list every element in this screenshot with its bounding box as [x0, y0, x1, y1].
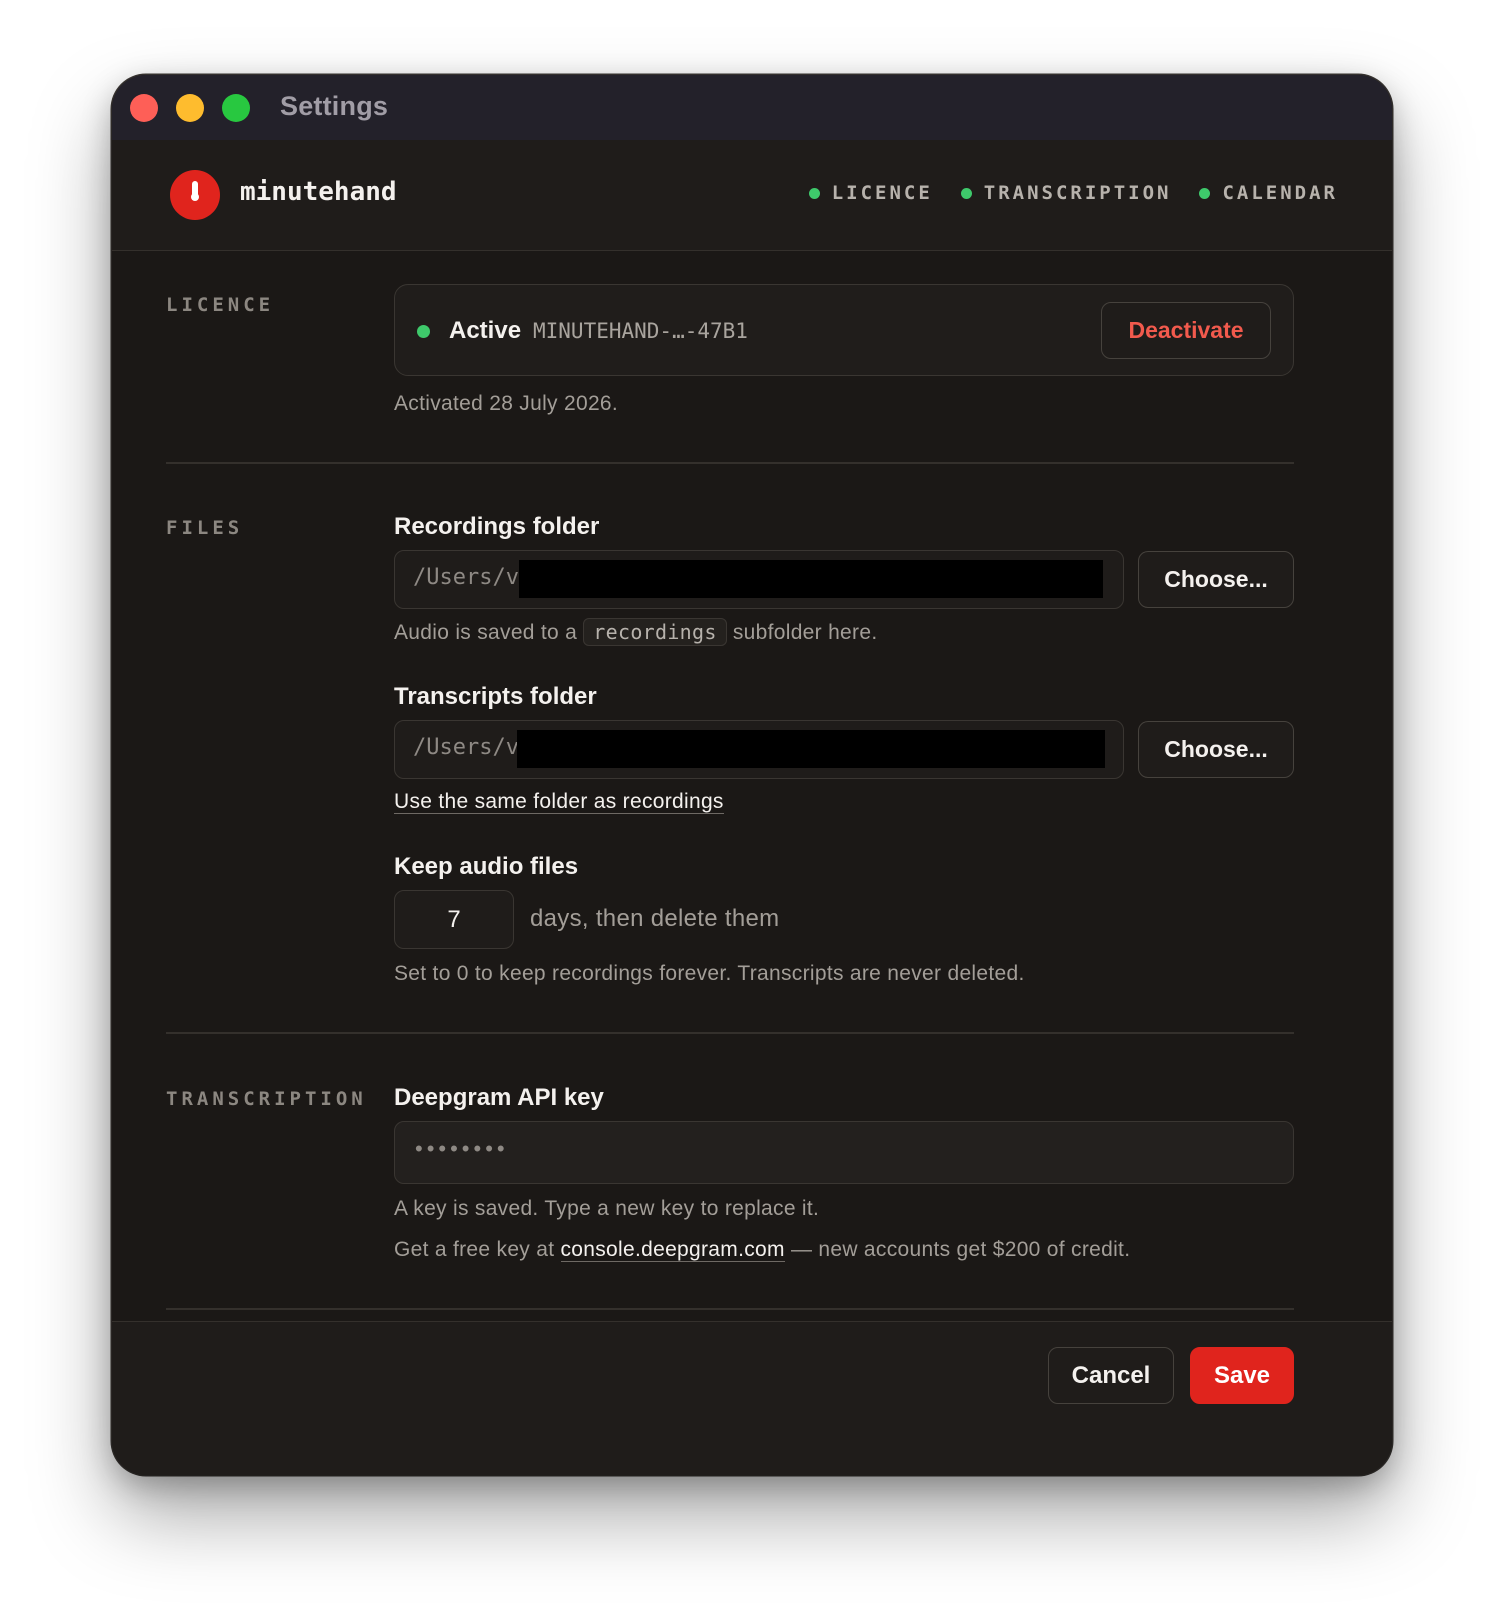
- status-label: CALENDAR: [1222, 182, 1338, 204]
- save-button[interactable]: Save: [1190, 1347, 1294, 1404]
- licence-card: Active MINUTEHAND-…-47B1 Deactivate: [394, 284, 1294, 376]
- title-bar: Settings: [112, 75, 1392, 140]
- api-key-title: Deepgram API key: [394, 1084, 604, 1111]
- deactivate-button[interactable]: Deactivate: [1101, 302, 1271, 359]
- section-divider: [166, 1032, 1294, 1034]
- recordings-subfolder-code: recordings: [583, 618, 727, 646]
- choose-transcripts-folder-button[interactable]: Choose...: [1138, 721, 1294, 778]
- stopwatch-icon: [170, 170, 220, 220]
- choose-recordings-folder-button[interactable]: Choose...: [1138, 551, 1294, 608]
- keep-audio-help: Set to 0 to keep recordings forever. Tra…: [394, 962, 1025, 985]
- settings-content: LICENCE Active MINUTEHAND-…-47B1 Deactiv…: [112, 251, 1392, 1331]
- keep-days-input[interactable]: 7: [394, 890, 514, 949]
- free-key-prefix: Get a free key at: [394, 1238, 555, 1261]
- status-dot-icon: [960, 187, 972, 199]
- use-same-folder-link[interactable]: Use the same folder as recordings: [394, 790, 724, 814]
- redacted-path: [519, 560, 1103, 598]
- recordings-help-suffix: subfolder here.: [732, 621, 878, 644]
- recordings-folder-input[interactable]: /Users/v: [394, 550, 1124, 609]
- status-label: LICENCE: [831, 182, 933, 204]
- licence-status-dot-icon: [417, 325, 430, 338]
- free-key-suffix: — new accounts get $200 of credit.: [790, 1238, 1131, 1261]
- footer-bar: Cancel Save: [112, 1321, 1392, 1475]
- status-calendar[interactable]: CALENDAR: [1199, 182, 1338, 204]
- licence-activated-text: Activated 28 July 2026.: [394, 392, 619, 415]
- section-divider: [166, 462, 1294, 464]
- maximize-window-button[interactable]: [222, 94, 250, 122]
- close-window-button[interactable]: [130, 94, 158, 122]
- brand-name: minutehand: [240, 177, 397, 207]
- section-label-transcription: TRANSCRIPTION: [166, 1088, 367, 1110]
- logo-needle-dot: [191, 193, 199, 201]
- transcripts-folder-input[interactable]: /Users/v: [394, 720, 1124, 779]
- same-folder-help: Use the same folder as recordings: [394, 790, 724, 814]
- app-header: minutehand LICENCE TRANSCRIPTION CALENDA…: [112, 140, 1392, 251]
- recordings-folder-title: Recordings folder: [394, 513, 600, 540]
- status-dot-icon: [808, 187, 820, 199]
- section-label-licence: LICENCE: [166, 294, 275, 316]
- free-key-help: Get a free key at console.deepgram.com —…: [394, 1238, 1130, 1262]
- cancel-button[interactable]: Cancel: [1048, 1347, 1174, 1404]
- keep-audio-title: Keep audio files: [394, 853, 579, 880]
- recordings-folder-path: /Users/v: [413, 565, 519, 590]
- window-title: Settings: [280, 91, 389, 121]
- recordings-help: Audio is saved to a recordings subfolder…: [394, 618, 878, 646]
- status-nav: LICENCE TRANSCRIPTION CALENDAR: [808, 182, 1338, 204]
- transcripts-folder-path: /Users/v: [413, 735, 519, 760]
- api-key-masked: ••••••••: [415, 1136, 509, 1161]
- status-transcription[interactable]: TRANSCRIPTION: [960, 182, 1172, 204]
- licence-status: Active: [449, 317, 522, 344]
- keep-days-suffix: days, then delete them: [530, 905, 780, 932]
- api-key-input[interactable]: ••••••••: [394, 1121, 1294, 1184]
- status-licence[interactable]: LICENCE: [808, 182, 933, 204]
- recordings-help-prefix: Audio is saved to a: [394, 621, 578, 644]
- minimize-window-button[interactable]: [176, 94, 204, 122]
- section-divider: [166, 1308, 1294, 1310]
- transcripts-folder-title: Transcripts folder: [394, 683, 597, 710]
- deepgram-console-link[interactable]: console.deepgram.com: [560, 1238, 785, 1262]
- status-label: TRANSCRIPTION: [983, 182, 1172, 204]
- section-label-files: FILES: [166, 517, 244, 539]
- status-dot-icon: [1199, 187, 1211, 199]
- licence-key: MINUTEHAND-…-47B1: [533, 319, 748, 343]
- settings-window: Settings minutehand LICENCE TRANSCRIPTIO…: [112, 75, 1392, 1475]
- redacted-path: [517, 730, 1105, 768]
- api-key-saved-help: A key is saved. Type a new key to replac…: [394, 1197, 820, 1220]
